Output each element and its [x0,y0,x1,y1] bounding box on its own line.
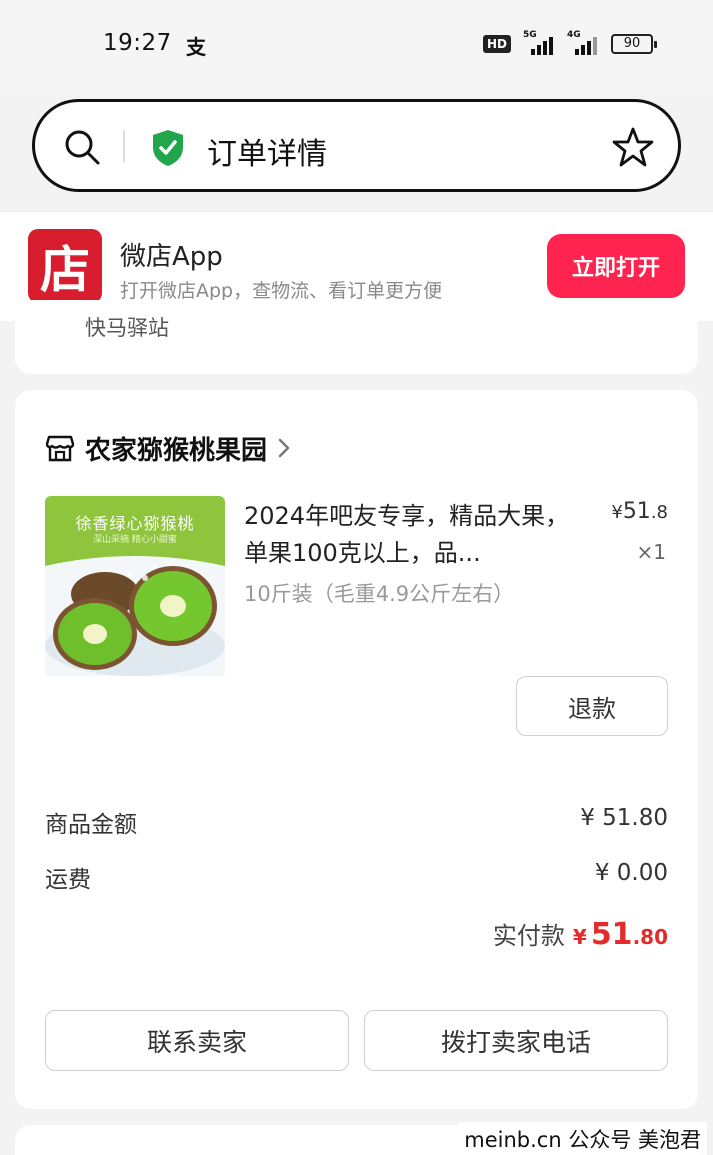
unit-price: ¥51.8 [611,499,668,524]
unit-price-currency: ¥ [611,502,623,523]
open-app-button[interactable]: 立即打开 [547,234,685,298]
shipping-label: 运费 [45,867,91,893]
product-image[interactable]: 徐香绿心猕猴桃 深山采摘 精心小甜蜜 [45,496,225,676]
refund-button[interactable]: 退款 [516,676,668,736]
address-bar[interactable]: 订单详情 [32,99,681,192]
paid-amount-dec: .80 [632,925,668,949]
product-title[interactable]: 2024年吧友专享，精品大果，单果100克以上，品... [244,498,574,572]
signal-4g-label: 4G [567,30,581,40]
paid-amount-row: 实付款 ¥ 51 .80 [493,916,668,952]
unit-price-dec: .8 [650,502,668,523]
status-time: 19:27 [103,30,172,56]
notification-app-icon: 支 [186,35,206,59]
app-name: 微店App [120,242,223,272]
shield-check-icon [153,130,183,166]
kiwi-image-art [45,556,225,676]
status-indicators: HD 5G 4G 90 [482,30,657,55]
logistics-station-text: 快马驿站 [85,316,169,340]
search-icon[interactable] [63,128,101,166]
logistics-card: 快马驿站 [15,300,698,374]
signal-5g-label: 5G [523,30,537,40]
weidian-logo: 店 [28,229,102,303]
page-title: 订单详情 [207,137,327,172]
signal-4g-icon: 4G [567,30,599,55]
chevron-right-icon [278,438,290,458]
goods-amount-label: 商品金额 [45,812,137,838]
shipping-value: ¥ 0.00 [594,860,668,886]
signal-5g-icon: 5G [523,30,555,55]
order-card: 农家猕猴桃果园 徐香绿心猕猴桃 深山采摘 精心小甜蜜 2024年吧友专享，精品大… [15,390,698,1109]
goods-amount-row: 商品金额 ¥ 51.80 [45,805,668,839]
paid-amount-int: 51 [590,917,633,952]
address-divider [123,130,125,162]
call-seller-button[interactable]: 拨打卖家电话 [364,1010,668,1071]
battery-icon: 90 [611,34,657,54]
goods-amount-value: ¥ 51.80 [580,805,668,831]
shop-name: 农家猕猴桃果园 [85,435,268,466]
contact-seller-button[interactable]: 联系卖家 [45,1010,349,1071]
unit-price-int: 51 [622,499,651,524]
product-spec: 10斤装（毛重4.9公斤左右） [244,582,515,606]
star-icon[interactable] [612,126,654,168]
quantity: ×1 [636,540,666,564]
paid-label: 实付款 [492,922,565,950]
store-icon [45,435,75,462]
app-description: 打开微店App，查物流、看订单更方便 [120,280,443,302]
shipping-row: 运费 ¥ 0.00 [45,860,668,894]
paid-currency: ¥ [572,925,587,949]
watermark: meinb.cn 公众号 美泡君 [458,1122,707,1155]
hd-icon: HD [482,35,511,53]
status-bar: 19:27 支 HD 5G 4G 90 [0,0,713,90]
shop-link[interactable]: 农家猕猴桃果园 [45,430,291,466]
